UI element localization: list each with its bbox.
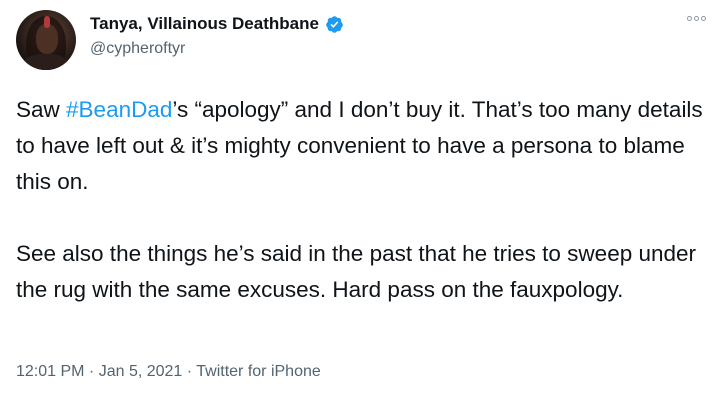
tweet-text-start: Saw [16,97,67,122]
avatar-face [36,24,58,54]
tweet-text-rest: ’s “apology” and I don’t buy it. That’s … [16,97,703,302]
more-dot [687,16,692,21]
more-dot [701,16,706,21]
hashtag-link[interactable]: #BeanDad [66,97,172,122]
meta-separator: · [84,363,99,380]
tweet-meta: 12:01 PM · Jan 5, 2021 · Twitter for iPh… [16,363,321,381]
verified-badge-icon [326,15,343,33]
tweet-date[interactable]: Jan 5, 2021 [99,363,183,380]
more-dot [694,16,699,21]
avatar[interactable] [16,10,76,70]
tweet-time[interactable]: 12:01 PM [16,363,84,380]
tweet-source[interactable]: Twitter for iPhone [196,363,321,380]
display-name[interactable]: Tanya, Villainous Deathbane [90,14,319,34]
meta-separator: · [182,363,197,380]
tweet-text: Saw #BeanDad’s “apology” and I don’t buy… [16,92,706,308]
author-name-row[interactable]: Tanya, Villainous Deathbane [90,14,344,34]
more-options-icon[interactable] [687,16,706,21]
avatar-accent [44,16,50,28]
author-handle[interactable]: @cypheroftyr [90,40,185,58]
avatar-shirt [24,54,68,70]
